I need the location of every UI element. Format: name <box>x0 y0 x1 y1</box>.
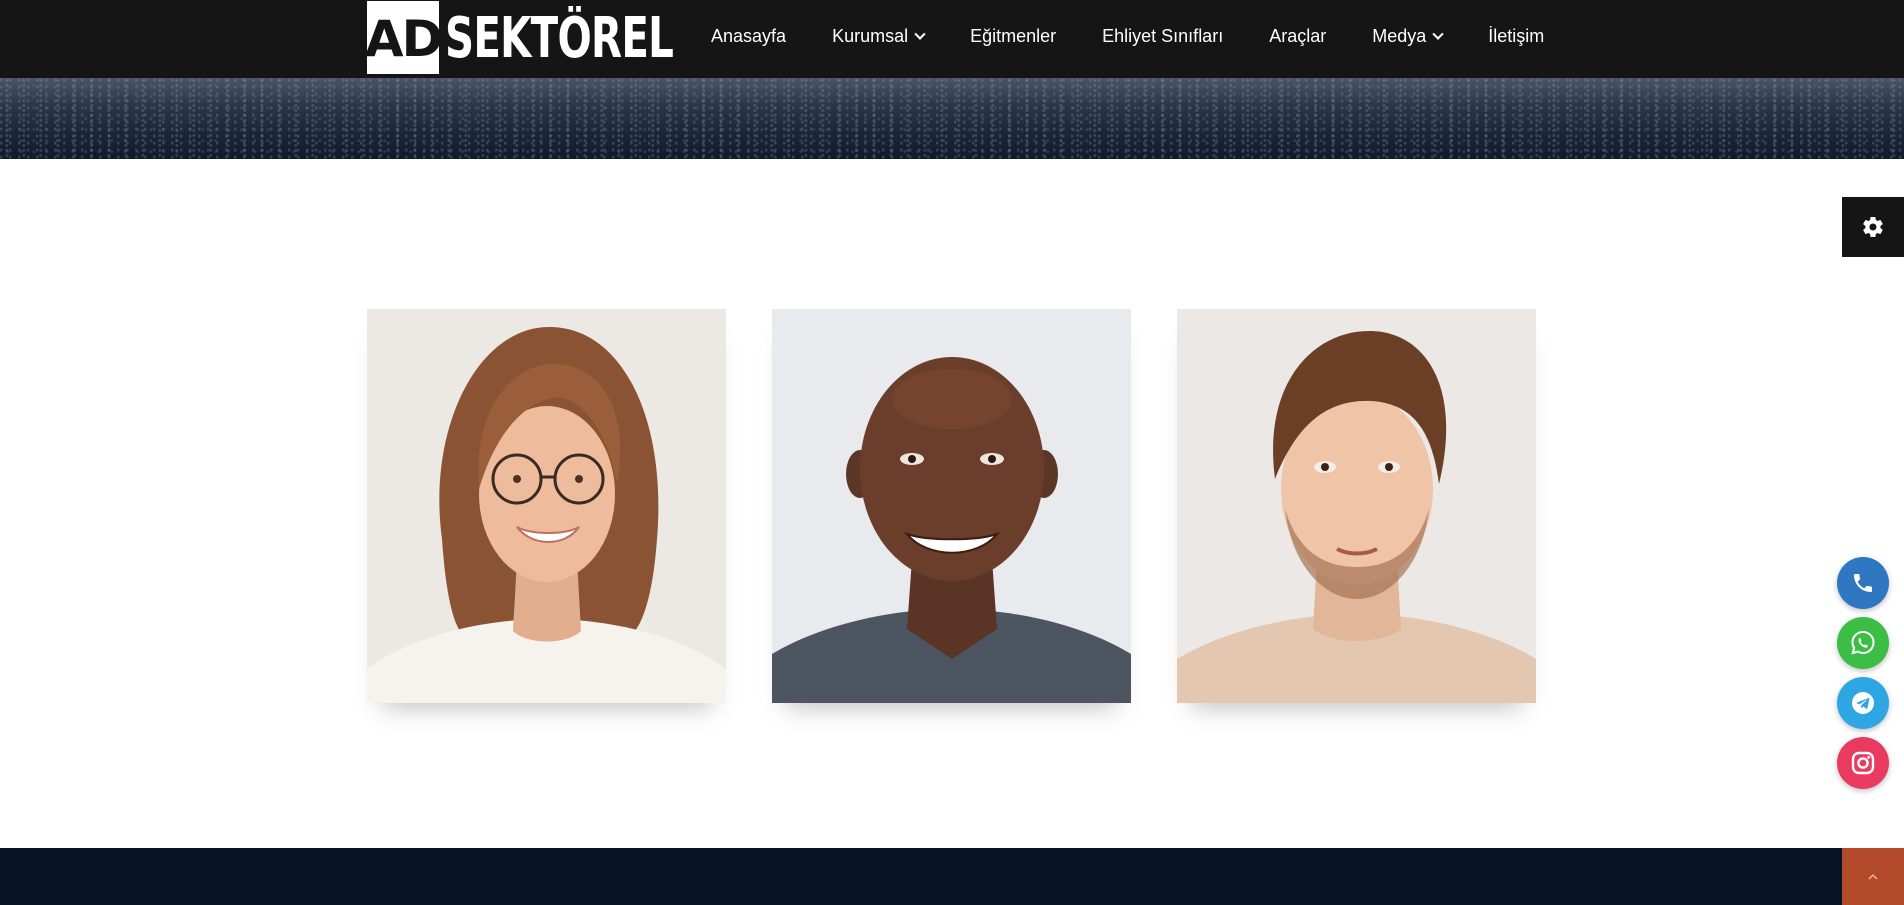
instagram-icon <box>1851 751 1875 775</box>
site-logo[interactable]: AD SEKTÖREL <box>365 0 762 74</box>
nav-item-label: Medya <box>1372 26 1427 46</box>
scroll-to-top-button[interactable] <box>1842 848 1904 905</box>
portrait-man-smiling-image <box>772 309 1131 703</box>
instructor-photo[interactable] <box>367 309 726 703</box>
main-nav: Anasayfa Kurumsal Eğitmenler Ehliyet Sın… <box>711 0 1544 73</box>
chevron-down-icon <box>1432 28 1444 40</box>
nav-item-kurumsal[interactable]: Kurumsal <box>832 26 926 47</box>
nav-item-label: Eğitmenler <box>970 26 1057 46</box>
nav-item-araclar[interactable]: Araçlar <box>1269 26 1326 47</box>
portrait-woman-image <box>367 309 726 703</box>
telegram-icon <box>1852 692 1874 714</box>
chevron-up-icon <box>1868 873 1878 880</box>
logo-wordmark: SEKTÖREL <box>445 6 674 71</box>
logo-badge: AD <box>365 0 443 74</box>
nav-item-label: Ehliyet Sınıfları <box>1102 26 1224 46</box>
phone-button[interactable] <box>1837 557 1889 609</box>
page-banner <box>0 78 1904 159</box>
site-footer <box>0 848 1904 905</box>
nav-item-ehliyet-siniflari[interactable]: Ehliyet Sınıfları <box>1102 26 1223 47</box>
instructor-photo[interactable] <box>772 309 1131 703</box>
whatsapp-icon <box>1851 630 1875 655</box>
nav-item-label: Araçlar <box>1269 26 1327 46</box>
whatsapp-button[interactable] <box>1837 617 1889 669</box>
instructor-photo[interactable] <box>1177 309 1536 703</box>
settings-button[interactable] <box>1842 197 1904 257</box>
nav-item-label: Anasayfa <box>711 26 787 46</box>
gear-icon <box>1863 217 1883 238</box>
nav-item-egitmenler[interactable]: Eğitmenler <box>970 26 1056 47</box>
nav-item-label: Kurumsal <box>832 26 909 46</box>
nav-item-iletisim[interactable]: İletişim <box>1488 26 1544 47</box>
chevron-down-icon <box>914 28 926 40</box>
phone-icon <box>1854 574 1872 592</box>
nav-item-label: İletişim <box>1488 26 1545 46</box>
instagram-button[interactable] <box>1837 737 1889 789</box>
telegram-button[interactable] <box>1837 677 1889 729</box>
site-header: AD SEKTÖREL Anasayfa Kurumsal Eğitmenler… <box>0 0 1904 78</box>
portrait-man-image <box>1177 309 1536 703</box>
nav-item-anasayfa[interactable]: Anasayfa <box>711 26 786 47</box>
nav-item-medya[interactable]: Medya <box>1372 26 1444 47</box>
